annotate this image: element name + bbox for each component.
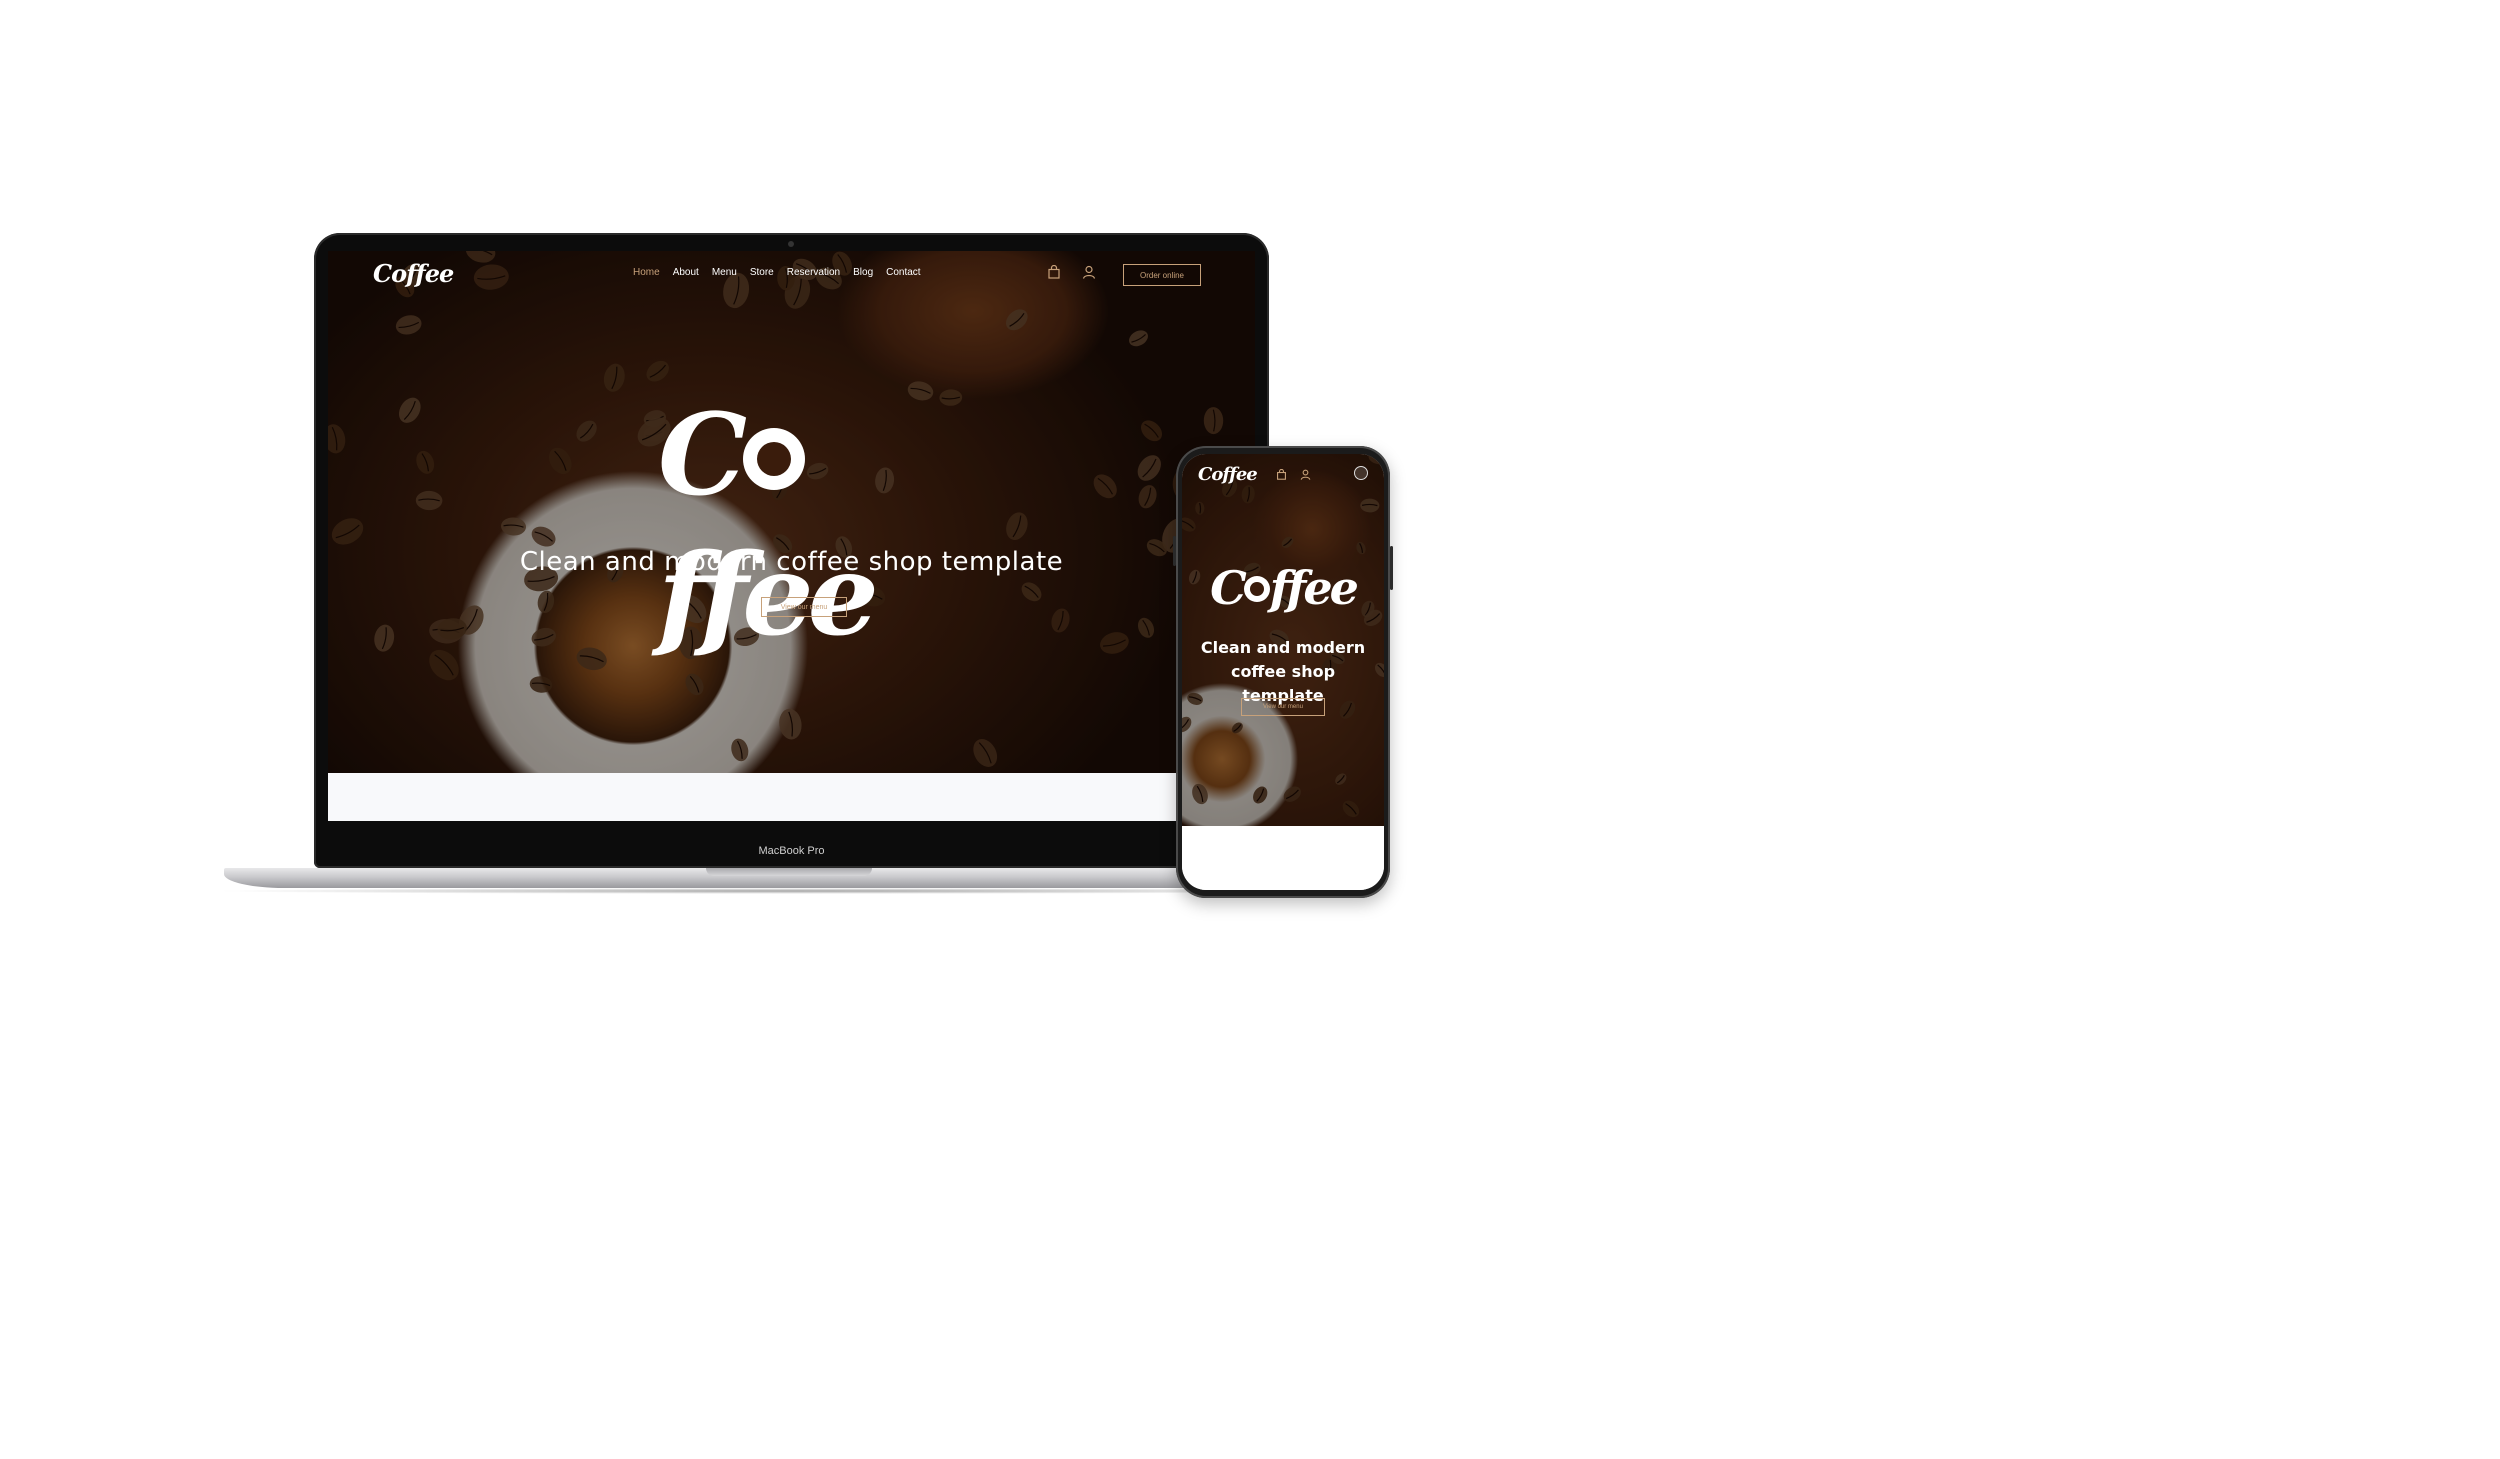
nav-links: Home About Menu Store Reservation Blog C… <box>633 267 934 278</box>
nav-link-reservation[interactable]: Reservation <box>787 267 840 278</box>
phone-volume-button <box>1173 536 1176 566</box>
camera-dot <box>788 241 794 247</box>
mobile-hero-logo-ffee: ffee <box>1269 561 1359 615</box>
nav-link-contact[interactable]: Contact <box>886 267 920 278</box>
top-navigation: Coffee Home About Menu Store Reservation… <box>328 251 1255 291</box>
mobile-hero-logo: Cffee <box>1182 560 1384 616</box>
laptop-notch <box>706 868 872 876</box>
site-logo[interactable]: Coffee <box>373 259 454 288</box>
nav-link-menu[interactable]: Menu <box>712 267 737 278</box>
view-menu-button[interactable]: View our menu <box>761 597 847 617</box>
nav-link-blog[interactable]: Blog <box>853 267 873 278</box>
mobile-site-logo[interactable]: Coffee <box>1198 464 1258 485</box>
phone-power-button <box>1390 546 1393 590</box>
mobile-view-menu-button[interactable]: View our menu <box>1241 698 1325 716</box>
order-online-button[interactable]: Order online <box>1123 264 1201 286</box>
laptop-screen: Coffee Home About Menu Store Reservation… <box>328 251 1255 821</box>
mobile-top-navigation: Coffee <box>1182 454 1384 494</box>
coffee-cup-icon <box>743 428 806 490</box>
laptop-lid: Coffee Home About Menu Store Reservation… <box>314 233 1269 868</box>
phone-screen: Coffee Cffee Clean and modern coffee sho… <box>1182 454 1384 890</box>
shopping-bag-icon[interactable] <box>1047 265 1061 279</box>
user-icon[interactable] <box>1082 265 1096 279</box>
nav-link-store[interactable]: Store <box>750 267 774 278</box>
nav-link-about[interactable]: About <box>673 267 699 278</box>
page-content-area <box>328 773 1255 821</box>
hero-tagline: Clean and modern coffee shop template <box>519 547 1064 577</box>
mobile-page-content-area <box>1182 826 1384 890</box>
hero-section: Coffee Home About Menu Store Reservation… <box>328 251 1255 773</box>
hero-logo-c: C <box>658 390 747 521</box>
mobile-hero-section: Coffee Cffee Clean and modern coffee sho… <box>1182 454 1384 826</box>
laptop-label: MacBook Pro <box>758 845 825 857</box>
shopping-bag-icon[interactable] <box>1276 469 1287 480</box>
hero-logo: Cffee <box>658 386 948 661</box>
nav-link-home[interactable]: Home <box>633 267 660 278</box>
hamburger-menu-icon[interactable] <box>1354 466 1368 480</box>
mobile-hero-logo-c: C <box>1210 561 1247 615</box>
coffee-cup-icon <box>1243 576 1270 602</box>
user-icon[interactable] <box>1300 469 1311 480</box>
phone-mockup: Coffee Cffee Clean and modern coffee sho… <box>1173 446 1393 898</box>
